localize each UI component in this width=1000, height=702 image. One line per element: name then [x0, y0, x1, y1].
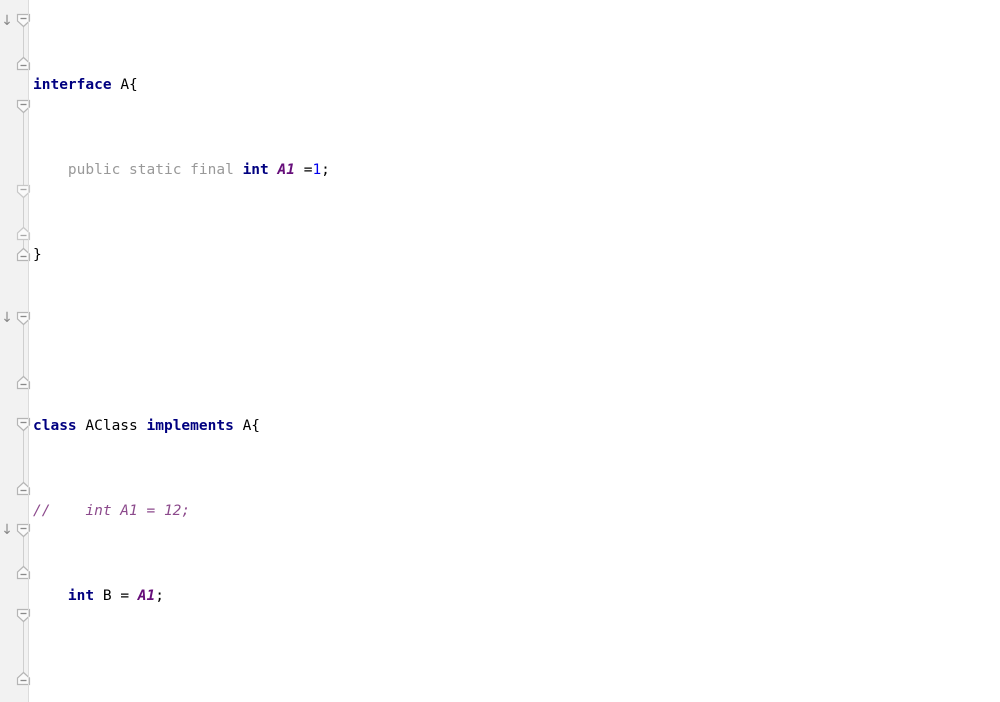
token-keyword-int: int	[67, 588, 95, 605]
token-keyword-interface: interface	[33, 76, 112, 93]
code-line-2[interactable]: public static final int A1 =1;	[33, 160, 1000, 181]
token-modifier-static: static	[129, 162, 182, 179]
token-comment-int-a1-12: // int A1 = 12;	[33, 502, 191, 519]
run-arrow-class-testsuper[interactable]: ↓	[0, 308, 14, 329]
token-type-AClass: AClass	[85, 417, 138, 434]
token-field-A1: A1	[277, 162, 295, 179]
fold-spine-interface-testinterface	[23, 536, 24, 568]
fold-spine-class-testsuper	[23, 324, 24, 377]
fold-spine-class-testsub	[23, 430, 24, 483]
run-arrow-interface-a[interactable]: ↓	[0, 11, 14, 32]
token-brace-close: }	[33, 247, 42, 264]
token-modifier-public: public	[67, 162, 121, 179]
gutter-markers: ↓ ↓ ↓	[0, 0, 31, 702]
code-line-1[interactable]: interface A{	[33, 75, 1000, 96]
run-arrow-interface-testinterface[interactable]: ↓	[0, 520, 14, 541]
fold-spine-class-a1	[23, 621, 24, 673]
token-keyword-implements: implements	[146, 417, 234, 434]
code-line-5[interactable]: class AClass implements A{	[33, 416, 1000, 437]
fold-spine-interface-a	[23, 26, 24, 58]
code-line-3[interactable]: }	[33, 245, 1000, 266]
token-type-A-ref: A{	[242, 417, 261, 434]
code-text-area[interactable]: interface A{ public static final int A1 …	[33, 0, 1000, 702]
token-keyword-int: int	[242, 162, 269, 179]
code-line-8-blank[interactable]	[33, 671, 1000, 692]
token-var-B: B	[102, 588, 112, 605]
code-line-4-blank[interactable]	[33, 330, 1000, 351]
code-editor[interactable]: ↓ ↓ ↓ interface A{public static final i…	[0, 0, 1000, 702]
gutter-separator-rule	[28, 0, 29, 702]
editor-gutter[interactable]: ↓ ↓ ↓	[0, 0, 31, 702]
code-line-6-comment[interactable]: // int A1 = 12;	[33, 501, 1000, 522]
token-number-1: 1	[312, 162, 322, 179]
token-field-A1-ref: A1	[137, 588, 156, 605]
token-keyword-class: class	[33, 417, 77, 434]
code-line-7[interactable]: int B = A1;	[33, 586, 1000, 607]
token-type-A: A{	[120, 76, 138, 93]
token-modifier-final: final	[190, 162, 234, 179]
